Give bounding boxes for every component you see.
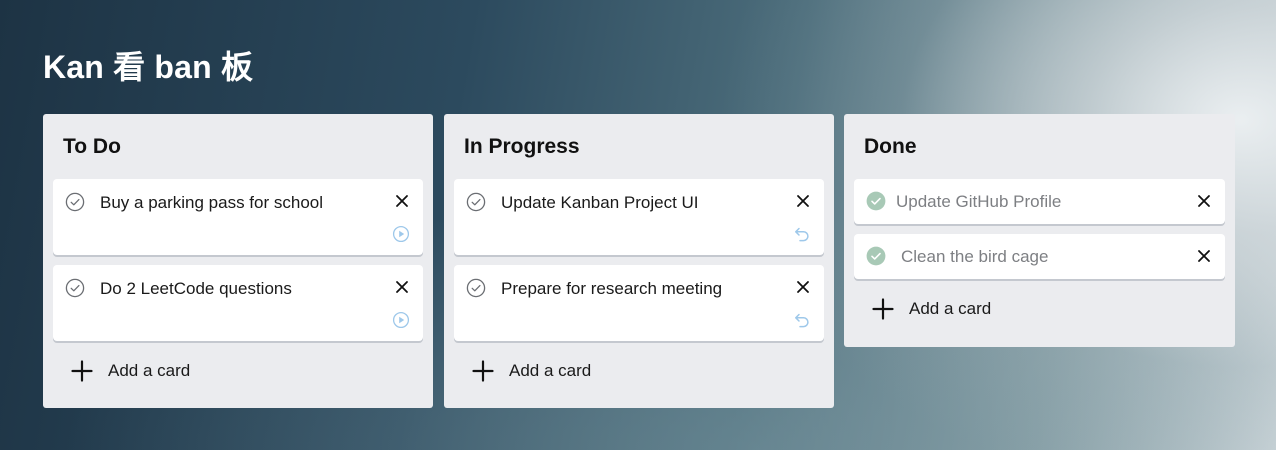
card-text[interactable]: Clean the bird cage bbox=[901, 247, 1048, 267]
column-title: Done bbox=[864, 135, 917, 158]
plus-icon bbox=[71, 360, 93, 382]
add-card-label: Add a card bbox=[108, 361, 191, 380]
close-icon[interactable] bbox=[1197, 249, 1211, 263]
card-list: Buy a parking pass for school Do 2 LeetC… bbox=[53, 179, 423, 341]
undo-icon[interactable] bbox=[793, 311, 811, 329]
card-text[interactable]: Update Kanban Project UI bbox=[501, 193, 699, 213]
card[interactable]: Buy a parking pass for school bbox=[53, 179, 423, 255]
circle-check-icon[interactable] bbox=[466, 192, 486, 212]
card[interactable]: Clean the bird cage bbox=[854, 234, 1225, 279]
filled-check-icon[interactable] bbox=[866, 246, 886, 266]
plus-icon bbox=[472, 360, 494, 382]
filled-check-icon[interactable] bbox=[866, 191, 886, 211]
circle-check-icon[interactable] bbox=[466, 278, 486, 298]
card[interactable]: Update GitHub Profile bbox=[854, 179, 1225, 224]
card-text[interactable]: Prepare for research meeting bbox=[501, 279, 722, 299]
undo-icon[interactable] bbox=[793, 225, 811, 243]
close-icon[interactable] bbox=[395, 280, 409, 294]
card-text[interactable]: Buy a parking pass for school bbox=[100, 193, 323, 213]
card[interactable]: Prepare for research meeting bbox=[454, 265, 824, 341]
add-card-label: Add a card bbox=[909, 299, 992, 318]
circle-check-icon[interactable] bbox=[65, 192, 85, 212]
column-in-progress: In Progress Update Kanban Project UI Pre… bbox=[444, 114, 834, 408]
play-circle-icon[interactable] bbox=[392, 225, 410, 243]
card-text[interactable]: Do 2 LeetCode questions bbox=[100, 279, 292, 299]
board-title: Kan 看 ban 板 bbox=[43, 49, 254, 85]
card-list: Update GitHub Profile Clean the bird cag… bbox=[854, 179, 1225, 279]
play-circle-icon[interactable] bbox=[392, 311, 410, 329]
card-text[interactable]: Update GitHub Profile bbox=[896, 192, 1061, 212]
add-card-button[interactable]: Add a card bbox=[854, 289, 1225, 329]
card[interactable]: Update Kanban Project UI bbox=[454, 179, 824, 255]
column-todo: To Do Buy a parking pass for school Do 2… bbox=[43, 114, 433, 408]
add-card-label: Add a card bbox=[509, 361, 592, 380]
column-title: To Do bbox=[63, 135, 121, 158]
close-icon[interactable] bbox=[796, 280, 810, 294]
add-card-button[interactable]: Add a card bbox=[454, 351, 824, 391]
column-done: Done Update GitHub Profile Clean the bir… bbox=[844, 114, 1235, 347]
plus-icon bbox=[872, 298, 894, 320]
card[interactable]: Do 2 LeetCode questions bbox=[53, 265, 423, 341]
close-icon[interactable] bbox=[1197, 194, 1211, 208]
circle-check-icon[interactable] bbox=[65, 278, 85, 298]
close-icon[interactable] bbox=[796, 194, 810, 208]
column-title: In Progress bbox=[464, 135, 580, 158]
card-list: Update Kanban Project UI Prepare for res… bbox=[454, 179, 824, 341]
close-icon[interactable] bbox=[395, 194, 409, 208]
add-card-button[interactable]: Add a card bbox=[53, 351, 423, 391]
